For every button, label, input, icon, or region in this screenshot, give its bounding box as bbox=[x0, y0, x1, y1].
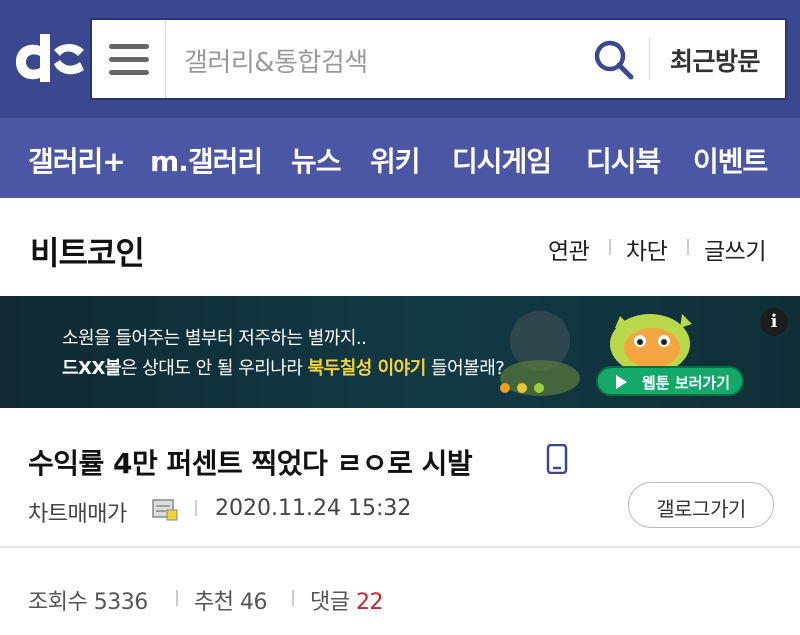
top-bar: 갤러리&통합검색 최근방문 bbox=[0, 0, 800, 118]
post-stats: 조회수 5336 추천 46 댓글 22 bbox=[0, 550, 800, 635]
nav-item-event[interactable]: 이벤트 bbox=[693, 140, 768, 180]
divider bbox=[176, 590, 178, 606]
banner-text-line2: 드XX볼은 상대도 안 될 우리나라 북두칠성 이야기 들어볼래? bbox=[62, 354, 505, 380]
view-count-value: 5336 bbox=[93, 590, 149, 615]
banner-text: 은 상대도 안 될 우리나라 bbox=[120, 358, 308, 379]
menu-button[interactable] bbox=[92, 20, 166, 98]
banner-text-bold: 드XX볼 bbox=[62, 358, 121, 379]
divider bbox=[687, 239, 689, 255]
main-nav: 갤러리+ m.갤러리 뉴스 위키 디시게임 디시북 이벤트 bbox=[0, 118, 800, 198]
recommend-count-label: 추천 bbox=[194, 590, 234, 615]
block-link[interactable]: 차단 bbox=[626, 232, 668, 266]
post-title: 수익률 4만 퍼센트 찍었다 ㄹㅇ로 시발 bbox=[28, 447, 473, 480]
post-header: 수익률 4만 퍼센트 찍었다 ㄹㅇ로 시발 차트매매가 2020.11.24 1… bbox=[0, 408, 800, 548]
search-input[interactable]: 갤러리&통합검색 bbox=[184, 42, 368, 79]
menu-icon-bar bbox=[109, 57, 149, 62]
play-icon bbox=[616, 375, 627, 389]
comment-count-value: 22 bbox=[355, 590, 384, 615]
divider bbox=[609, 239, 611, 255]
recent-visit-button[interactable]: 최근방문 bbox=[670, 42, 761, 78]
divider bbox=[195, 500, 197, 516]
nav-item-m-gallery[interactable]: m.갤러리 bbox=[150, 140, 263, 180]
nav-item-wiki[interactable]: 위키 bbox=[370, 140, 421, 180]
recommend-count-value: 46 bbox=[239, 590, 268, 615]
banner-text-highlight: 북두칠성 이야기 bbox=[307, 358, 427, 379]
nav-item-dcbook[interactable]: 디시북 bbox=[586, 140, 661, 180]
view-count-label: 조회수 bbox=[28, 590, 88, 615]
mobile-icon bbox=[546, 444, 568, 474]
related-link[interactable]: 연관 bbox=[548, 232, 590, 266]
webtoon-button-label: 웹툰 보러가기 bbox=[642, 374, 731, 392]
divider bbox=[292, 590, 294, 606]
webtoon-button[interactable]: 웹툰 보러가기 bbox=[596, 366, 744, 396]
recommend-count: 추천 46 bbox=[194, 584, 267, 616]
dc-logo[interactable] bbox=[10, 28, 88, 88]
post-author[interactable]: 차트매매가 bbox=[28, 496, 127, 528]
write-link[interactable]: 글쓰기 bbox=[704, 232, 766, 266]
comment-count-label: 댓글 bbox=[310, 590, 350, 615]
comment-count[interactable]: 댓글 22 bbox=[310, 584, 383, 616]
ad-banner[interactable]: 소원을 들어주는 별부터 저주하는 별까지.. 드XX볼은 상대도 안 될 우리… bbox=[0, 296, 800, 408]
nav-item-news[interactable]: 뉴스 bbox=[291, 140, 342, 180]
nav-item-dcgame[interactable]: 디시게임 bbox=[452, 140, 552, 180]
gallog-button-label: 갤로그가기 bbox=[656, 497, 746, 521]
gallog-button[interactable]: 갤로그가기 bbox=[628, 482, 774, 528]
gallery-header: 비트코인 연관 차단 글쓰기 bbox=[0, 198, 800, 296]
search-box: 갤러리&통합검색 최근방문 bbox=[90, 18, 787, 100]
ad-info-icon[interactable]: i bbox=[760, 308, 788, 336]
search-icon[interactable] bbox=[592, 38, 636, 82]
fixed-nick-icon bbox=[152, 499, 178, 521]
divider bbox=[649, 38, 650, 80]
nav-item-gallery-plus[interactable]: 갤러리+ bbox=[28, 140, 126, 180]
menu-icon-bar bbox=[109, 44, 149, 49]
banner-text-line1: 소원을 들어주는 별부터 저주하는 별까지.. bbox=[62, 328, 367, 349]
menu-icon-bar bbox=[109, 70, 149, 75]
gallery-title[interactable]: 비트코인 bbox=[30, 228, 145, 274]
post-date: 2020.11.24 15:32 bbox=[215, 496, 412, 521]
view-count: 조회수 5336 bbox=[28, 584, 148, 616]
